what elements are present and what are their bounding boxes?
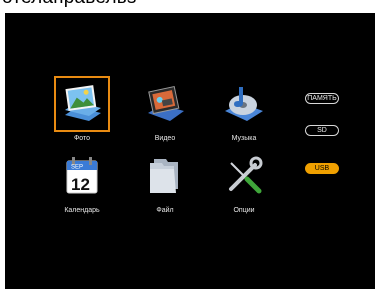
menu-item-photo[interactable]: Фото xyxy=(47,76,117,146)
video-label: Видео xyxy=(154,135,176,142)
folder-icon xyxy=(137,148,193,204)
menu-item-options[interactable]: Опции xyxy=(209,148,279,218)
storage-usb-label: USB xyxy=(314,165,330,172)
media-menu-screen: Фото Видео Музыка SEP 12 Календарь Файл … xyxy=(5,13,375,289)
video-icon xyxy=(137,76,193,132)
menu-item-calendar[interactable]: SEP 12 Календарь xyxy=(47,148,117,218)
storage-sd-label: SD xyxy=(317,127,327,134)
options-label: Опции xyxy=(233,207,255,214)
music-icon xyxy=(216,76,272,132)
calendar-day: 12 xyxy=(71,175,90,194)
photo-label: Фото xyxy=(73,135,91,142)
menu-item-file[interactable]: Файл xyxy=(130,148,200,218)
storage-sd-button[interactable]: SD xyxy=(305,125,339,136)
storage-memory-label: ПАМЯТЬ xyxy=(307,95,337,102)
top-caption: отелаправельs xyxy=(2,0,137,9)
file-label: Файл xyxy=(156,207,174,214)
tools-icon xyxy=(216,148,272,204)
music-label: Музыка xyxy=(231,135,257,142)
calendar-month: SEP xyxy=(71,165,83,171)
calendar-label: Календарь xyxy=(64,207,100,214)
menu-item-music[interactable]: Музыка xyxy=(209,76,279,146)
storage-memory-button[interactable]: ПАМЯТЬ xyxy=(305,93,339,104)
calendar-icon: SEP 12 xyxy=(54,148,110,204)
menu-item-video[interactable]: Видео xyxy=(130,76,200,146)
storage-usb-button[interactable]: USB xyxy=(305,163,339,174)
photo-icon xyxy=(54,76,110,132)
